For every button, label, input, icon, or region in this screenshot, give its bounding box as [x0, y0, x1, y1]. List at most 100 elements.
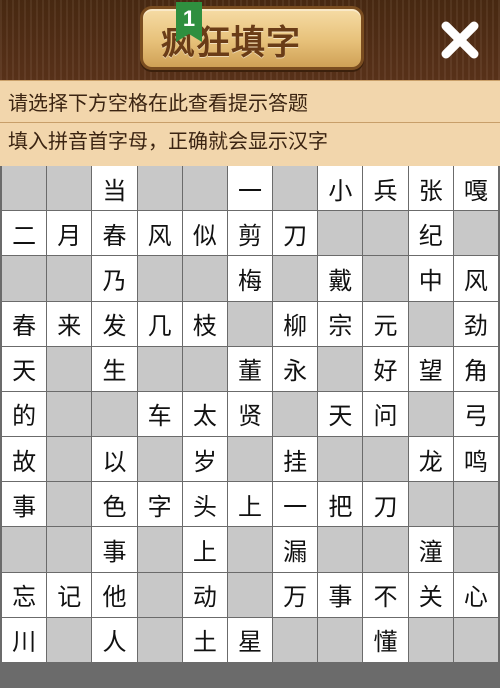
grid-cell-empty[interactable]	[227, 527, 273, 572]
grid-cell-empty[interactable]	[137, 527, 182, 572]
grid-cell[interactable]: 星	[227, 617, 273, 662]
grid-cell[interactable]: 董	[227, 346, 273, 391]
grid-cell[interactable]: 字	[137, 482, 182, 527]
grid-cell[interactable]: 上	[227, 482, 273, 527]
grid-cell[interactable]: 岁	[182, 437, 227, 482]
grid-cell-empty[interactable]	[182, 346, 227, 391]
grid-cell[interactable]: 上	[182, 527, 227, 572]
grid-cell[interactable]: 弓	[453, 391, 498, 437]
grid-cell-empty[interactable]	[137, 572, 182, 617]
grid-cell[interactable]: 漏	[273, 527, 318, 572]
grid-cell-empty[interactable]	[2, 256, 47, 301]
grid-cell[interactable]: 太	[182, 391, 227, 437]
grid-cell-empty[interactable]	[47, 617, 92, 662]
grid-cell[interactable]: 望	[408, 346, 453, 391]
grid-cell-empty[interactable]	[47, 391, 92, 437]
grid-cell[interactable]: 把	[318, 482, 363, 527]
grid-cell[interactable]: 潼	[408, 527, 453, 572]
grid-cell-empty[interactable]	[273, 617, 318, 662]
grid-cell-empty[interactable]	[182, 166, 227, 211]
grid-cell[interactable]: 刀	[273, 211, 318, 256]
grid-cell-empty[interactable]	[453, 211, 498, 256]
grid-cell[interactable]: 春	[2, 301, 47, 346]
grid-cell[interactable]: 龙	[408, 437, 453, 482]
grid-cell[interactable]: 一	[273, 482, 318, 527]
grid-cell-empty[interactable]	[363, 211, 408, 256]
grid-cell[interactable]: 问	[363, 391, 408, 437]
grid-cell[interactable]: 挂	[273, 437, 318, 482]
grid-cell[interactable]: 天	[318, 391, 363, 437]
grid-cell[interactable]: 事	[2, 482, 47, 527]
grid-cell[interactable]: 宗	[318, 301, 363, 346]
grid-cell-empty[interactable]	[363, 256, 408, 301]
grid-cell[interactable]: 似	[182, 211, 227, 256]
grid-cell[interactable]: 的	[2, 391, 47, 437]
grid-cell-empty[interactable]	[137, 437, 182, 482]
grid-cell[interactable]: 鸣	[453, 437, 498, 482]
grid-cell[interactable]: 发	[92, 301, 137, 346]
grid-cell-empty[interactable]	[408, 617, 453, 662]
grid-cell[interactable]: 枝	[182, 301, 227, 346]
grid-cell-empty[interactable]	[273, 256, 318, 301]
grid-cell-empty[interactable]	[408, 391, 453, 437]
grid-cell-empty[interactable]	[363, 437, 408, 482]
grid-cell[interactable]: 好	[363, 346, 408, 391]
grid-cell-empty[interactable]	[47, 256, 92, 301]
grid-cell[interactable]: 刀	[363, 482, 408, 527]
grid-cell-empty[interactable]	[47, 527, 92, 572]
grid-cell[interactable]: 小	[318, 166, 363, 211]
grid-cell[interactable]: 色	[92, 482, 137, 527]
grid-cell-empty[interactable]	[47, 346, 92, 391]
grid-cell[interactable]: 他	[92, 572, 137, 617]
grid-cell[interactable]: 头	[182, 482, 227, 527]
grid-cell[interactable]: 劲	[453, 301, 498, 346]
grid-cell-empty[interactable]	[227, 572, 273, 617]
grid-cell-empty[interactable]	[318, 527, 363, 572]
grid-cell[interactable]: 永	[273, 346, 318, 391]
grid-cell-empty[interactable]	[182, 256, 227, 301]
grid-cell[interactable]: 记	[47, 572, 92, 617]
grid-cell-empty[interactable]	[47, 437, 92, 482]
grid-cell-empty[interactable]	[137, 617, 182, 662]
grid-cell-empty[interactable]	[453, 527, 498, 572]
grid-cell[interactable]: 心	[453, 572, 498, 617]
grid-cell[interactable]: 川	[2, 617, 47, 662]
grid-cell[interactable]: 风	[137, 211, 182, 256]
grid-cell[interactable]: 贤	[227, 391, 273, 437]
grid-cell[interactable]: 事	[92, 527, 137, 572]
grid-cell[interactable]: 不	[363, 572, 408, 617]
grid-cell[interactable]: 几	[137, 301, 182, 346]
grid-cell-empty[interactable]	[273, 166, 318, 211]
grid-cell-empty[interactable]	[2, 527, 47, 572]
grid-cell[interactable]: 事	[318, 572, 363, 617]
grid-cell-empty[interactable]	[47, 482, 92, 527]
grid-cell-empty[interactable]	[318, 346, 363, 391]
grid-cell[interactable]: 中	[408, 256, 453, 301]
grid-cell[interactable]: 万	[273, 572, 318, 617]
grid-cell[interactable]: 忘	[2, 572, 47, 617]
grid-cell[interactable]: 生	[92, 346, 137, 391]
grid-cell[interactable]: 乃	[92, 256, 137, 301]
grid-cell[interactable]: 二	[2, 211, 47, 256]
grid-cell[interactable]: 纪	[408, 211, 453, 256]
grid-cell[interactable]: 月	[47, 211, 92, 256]
grid-cell[interactable]: 柳	[273, 301, 318, 346]
grid-cell-empty[interactable]	[318, 617, 363, 662]
grid-cell-empty[interactable]	[137, 346, 182, 391]
grid-cell-empty[interactable]	[318, 211, 363, 256]
grid-cell-empty[interactable]	[227, 301, 273, 346]
grid-cell[interactable]: 张	[408, 166, 453, 211]
grid-cell[interactable]: 故	[2, 437, 47, 482]
grid-cell-empty[interactable]	[408, 482, 453, 527]
grid-cell[interactable]: 来	[47, 301, 92, 346]
grid-cell-empty[interactable]	[318, 437, 363, 482]
grid-cell-empty[interactable]	[408, 301, 453, 346]
grid-cell[interactable]: 戴	[318, 256, 363, 301]
grid-cell-empty[interactable]	[363, 527, 408, 572]
grid-cell[interactable]: 天	[2, 346, 47, 391]
close-button[interactable]	[432, 12, 488, 68]
grid-cell-empty[interactable]	[137, 256, 182, 301]
grid-cell-empty[interactable]	[453, 617, 498, 662]
grid-cell[interactable]: 懂	[363, 617, 408, 662]
grid-cell[interactable]: 一	[227, 166, 273, 211]
